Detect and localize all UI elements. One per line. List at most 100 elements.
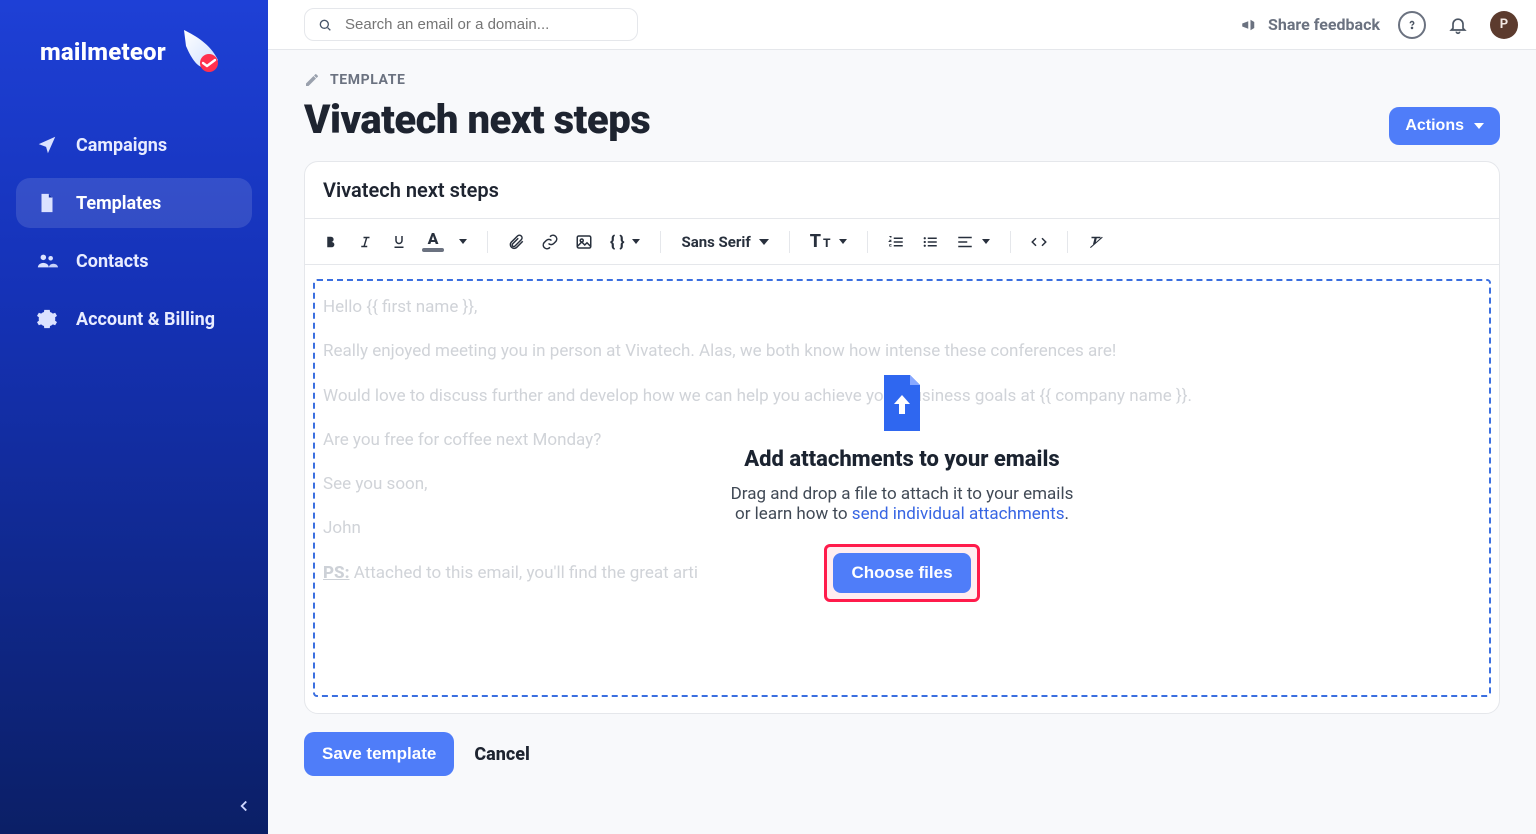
group-insert: { }: [502, 228, 646, 256]
sidebar-item-label: Contacts: [76, 251, 148, 272]
help-button[interactable]: [1398, 11, 1426, 39]
content: TEMPLATE Vivatech next steps Actions Viv…: [268, 50, 1536, 804]
avatar[interactable]: P: [1490, 11, 1518, 39]
upload-file-icon: [878, 375, 926, 431]
subject-value: Vivatech next steps: [323, 178, 499, 202]
brand-name: mailmeteor: [40, 38, 166, 66]
page-title: Vivatech next steps: [304, 96, 650, 143]
sidebar-item-label: Templates: [76, 193, 161, 214]
brand: mailmeteor: [0, 0, 268, 94]
line2-prefix: or learn how to: [735, 504, 852, 524]
group-clear: [1082, 228, 1110, 256]
group-font: Sans Serif: [675, 229, 774, 255]
image-button[interactable]: [570, 228, 598, 256]
divider: [487, 231, 488, 253]
variables-menu[interactable]: { }: [604, 228, 646, 255]
subject-input[interactable]: Vivatech next steps: [305, 162, 1499, 219]
bullet-list-button[interactable]: [916, 228, 944, 256]
ordered-list-button[interactable]: [882, 228, 910, 256]
divider: [1067, 231, 1068, 253]
template-editor-card: Vivatech next steps A: [304, 161, 1500, 714]
editor-toolbar: A { }: [305, 219, 1499, 265]
caret-down-icon: [759, 239, 769, 245]
group-code: [1025, 228, 1053, 256]
caret-down-icon: [982, 239, 990, 244]
divider: [1010, 231, 1011, 253]
choose-files-button[interactable]: Choose files: [833, 553, 970, 593]
save-template-button[interactable]: Save template: [304, 732, 454, 776]
question-icon: [1405, 18, 1419, 32]
caret-down-icon: [839, 239, 847, 244]
braces-icon: { }: [610, 232, 624, 251]
attachment-dropzone[interactable]: Hello {{ first name }}, Really enjoyed m…: [313, 279, 1491, 697]
page-footer: Save template Cancel: [304, 732, 1500, 776]
sidebar-collapse-toggle[interactable]: [230, 792, 258, 820]
align-menu[interactable]: [950, 229, 996, 255]
gear-icon: [36, 308, 58, 330]
topbar: Share feedback P: [268, 0, 1536, 50]
dropzone-line2: or learn how to send individual attachme…: [731, 504, 1074, 524]
divider: [789, 231, 790, 253]
clear-format-button[interactable]: [1082, 228, 1110, 256]
cancel-button[interactable]: Cancel: [474, 744, 530, 765]
search-input-wrap[interactable]: [304, 8, 638, 41]
dropzone-line1: Drag and drop a file to attach it to you…: [731, 484, 1074, 504]
sidebar-item-contacts[interactable]: Contacts: [16, 236, 252, 286]
actions-label: Actions: [1405, 117, 1464, 135]
sidebar-item-label: Campaigns: [76, 135, 167, 156]
editor-body: Hello {{ first name }}, Really enjoyed m…: [305, 265, 1499, 713]
bold-button[interactable]: [317, 228, 345, 256]
text-color-button[interactable]: A: [419, 228, 447, 256]
group-size: TT: [804, 227, 853, 256]
bell-icon: [1448, 15, 1468, 35]
color-swatch: [422, 248, 444, 252]
search-input[interactable]: [343, 15, 625, 34]
caret-down-icon: [632, 239, 640, 244]
code-view-button[interactable]: [1025, 228, 1053, 256]
caret-down-icon: [1474, 123, 1484, 129]
choose-files-highlight: Choose files: [824, 544, 979, 602]
divider: [867, 231, 868, 253]
megaphone-icon: [1240, 16, 1258, 34]
dropzone-title: Add attachments to your emails: [744, 447, 1059, 472]
send-icon: [36, 134, 58, 156]
line2-suffix: .: [1064, 504, 1068, 524]
people-icon: [36, 250, 58, 272]
bullet-list-icon: [921, 233, 939, 251]
pencil-icon: [304, 72, 320, 88]
share-feedback-button[interactable]: Share feedback: [1240, 15, 1380, 34]
app-root: mailmeteor: [0, 0, 1536, 834]
font-family-select[interactable]: Sans Serif: [675, 229, 774, 255]
italic-button[interactable]: [351, 228, 379, 256]
group-text-style: A: [317, 228, 473, 256]
feedback-label: Share feedback: [1268, 15, 1380, 34]
clear-format-icon: [1087, 233, 1105, 251]
sidebar-item-account-billing[interactable]: Account & Billing: [16, 294, 252, 344]
code-icon: [1030, 233, 1048, 251]
notifications-button[interactable]: [1444, 11, 1472, 39]
underline-button[interactable]: [385, 228, 413, 256]
sidebar-item-label: Account & Billing: [76, 309, 215, 330]
sidebar-nav: Campaigns Templates Contacts Account & B…: [0, 94, 268, 370]
chevron-left-icon: [235, 797, 253, 815]
font-size-select[interactable]: TT: [804, 227, 853, 256]
ordered-list-icon: [887, 233, 905, 251]
image-icon: [575, 233, 593, 251]
divider: [660, 231, 661, 253]
link-button[interactable]: [536, 228, 564, 256]
send-individual-attachments-link[interactable]: send individual attachments: [852, 504, 1065, 524]
sidebar-item-templates[interactable]: Templates: [16, 178, 252, 228]
actions-menu-button[interactable]: Actions: [1389, 107, 1500, 145]
breadcrumb-label: TEMPLATE: [330, 72, 405, 88]
avatar-initial: P: [1500, 17, 1508, 32]
sidebar-item-campaigns[interactable]: Campaigns: [16, 120, 252, 170]
font-family-label: Sans Serif: [681, 233, 750, 251]
page-header: Vivatech next steps Actions: [304, 90, 1500, 161]
attach-button[interactable]: [502, 228, 530, 256]
sidebar: mailmeteor: [0, 0, 268, 834]
group-lists-align: [882, 228, 996, 256]
font-size-icon: TT: [810, 231, 831, 252]
file-icon: [36, 192, 58, 214]
text-color-menu[interactable]: [453, 235, 473, 248]
dropzone-overlay: Add attachments to your emails Drag and …: [315, 281, 1489, 695]
